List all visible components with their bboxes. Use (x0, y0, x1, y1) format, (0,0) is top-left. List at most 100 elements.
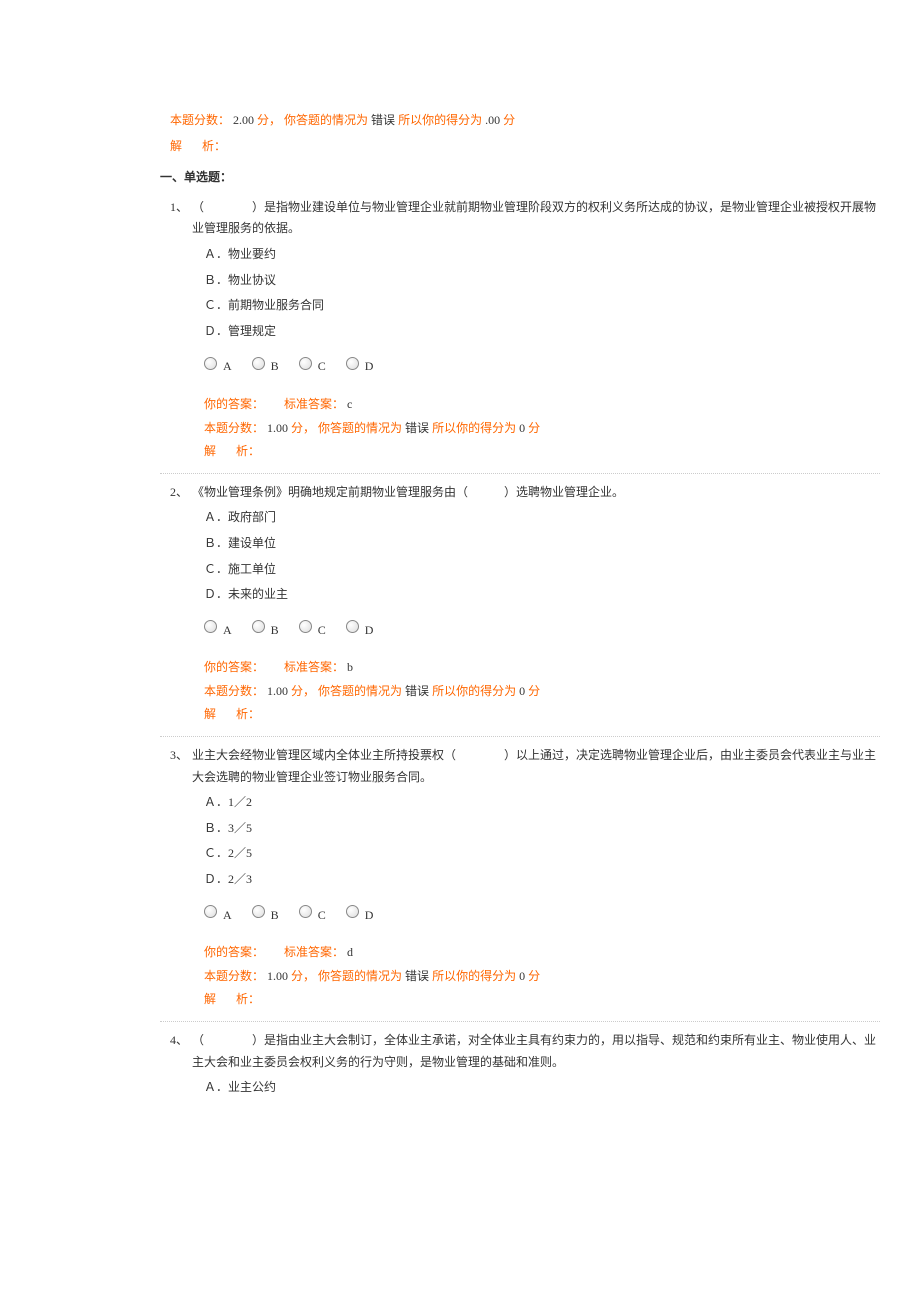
analysis-label2: 析： (236, 444, 260, 458)
radio-group: A B C D (170, 616, 880, 638)
q-number: 4、 (170, 1030, 192, 1073)
status-value: 错误 (405, 969, 429, 983)
radio-a[interactable] (204, 620, 217, 633)
your-answer-label: 你的答案： (204, 397, 264, 411)
status-label: 你答题的情况为 (318, 969, 402, 983)
radio-d[interactable] (346, 620, 359, 633)
option-c: Ｃ．2／5 (204, 843, 880, 865)
score-value: 1.00 (267, 969, 288, 983)
std-answer-label: 标准答案： (284, 945, 344, 959)
radio-b[interactable] (252, 620, 265, 633)
radio-label-c: C (318, 356, 326, 378)
your-answer-label: 你的答案： (204, 660, 264, 674)
radio-b[interactable] (252, 905, 265, 918)
option-a: Ａ．1／2 (204, 792, 880, 814)
radio-group: A B C D (170, 901, 880, 923)
analysis-row: 解 析： (170, 441, 880, 463)
radio-label-d: D (365, 356, 374, 378)
your-answer-label: 你的答案： (204, 945, 264, 959)
q-text: 《物业管理条例》明确地规定前期物业管理服务由（ ）选聘物业管理企业。 (192, 482, 880, 504)
radio-group: A B C D (170, 352, 880, 374)
so-value: .00 (485, 113, 500, 127)
radio-label-b: B (271, 356, 279, 378)
radio-label-a: A (223, 356, 232, 378)
radio-d[interactable] (346, 357, 359, 370)
q-text: （ ）是指物业建设单位与物业管理企业就前期物业管理阶段双方的权利义务所达成的协议… (192, 197, 880, 240)
option-c: Ｃ．前期物业服务合同 (204, 295, 880, 317)
question-2: 2、 《物业管理条例》明确地规定前期物业管理服务由（ ）选聘物业管理企业。 Ａ．… (40, 482, 880, 726)
so-value: 0 (519, 421, 525, 435)
score-row: 本题分数： 1.00 分， 你答题的情况为 错误 所以你的得分为 0 分 (170, 418, 880, 440)
option-a: Ａ．物业要约 (204, 244, 880, 266)
option-b: Ｂ．物业协议 (204, 270, 880, 292)
score-label: 本题分数： (170, 113, 230, 127)
question-3: 3、 业主大会经物业管理区域内全体业主所持投票权（ ）以上通过，决定选聘物业管理… (40, 745, 880, 1011)
so-label: 所以你的得分为 (432, 684, 516, 698)
divider (160, 473, 880, 474)
analysis-label2: 析： (236, 992, 260, 1006)
q-options: Ａ．物业要约 Ｂ．物业协议 Ｃ．前期物业服务合同 Ｄ．管理规定 (170, 244, 880, 342)
pre-score-row: 本题分数： 2.00 分， 你答题的情况为 错误 所以你的得分为 .00 分 (40, 110, 880, 132)
so-label: 所以你的得分为 (432, 421, 516, 435)
q-text: 业主大会经物业管理区域内全体业主所持投票权（ ）以上通过，决定选聘物业管理企业后… (192, 745, 880, 788)
divider (160, 1021, 880, 1022)
section-title: 一、单选题： (40, 167, 880, 189)
std-answer-label: 标准答案： (284, 397, 344, 411)
radio-a[interactable] (204, 905, 217, 918)
std-answer: c (347, 397, 352, 411)
radio-a[interactable] (204, 357, 217, 370)
so-unit: 分 (503, 113, 515, 127)
score-row: 本题分数： 1.00 分， 你答题的情况为 错误 所以你的得分为 0 分 (170, 966, 880, 988)
analysis-row: 解 析： (170, 704, 880, 726)
score-label: 本题分数： (204, 684, 264, 698)
radio-c[interactable] (299, 357, 312, 370)
option-b: Ｂ．3／5 (204, 818, 880, 840)
analysis-label: 解 (204, 992, 216, 1006)
score-row: 本题分数： 1.00 分， 你答题的情况为 错误 所以你的得分为 0 分 (170, 681, 880, 703)
answer-row: 你的答案： 标准答案： d (170, 942, 880, 964)
so-label: 所以你的得分为 (398, 113, 482, 127)
so-unit: 分 (528, 969, 540, 983)
score-unit: 分， (291, 421, 315, 435)
score-value: 1.00 (267, 684, 288, 698)
so-value: 0 (519, 684, 525, 698)
radio-c[interactable] (299, 620, 312, 633)
score-value: 1.00 (267, 421, 288, 435)
status-value: 错误 (371, 113, 395, 127)
radio-label-c: C (318, 620, 326, 642)
option-c: Ｃ．施工单位 (204, 559, 880, 581)
q-options: Ａ．1／2 Ｂ．3／5 Ｃ．2／5 Ｄ．2／3 (170, 792, 880, 890)
radio-c[interactable] (299, 905, 312, 918)
analysis-label: 解 (204, 707, 216, 721)
option-d: Ｄ．管理规定 (204, 321, 880, 343)
q-options: Ａ．政府部门 Ｂ．建设单位 Ｃ．施工单位 Ｄ．未来的业主 (170, 507, 880, 605)
score-unit: 分， (257, 113, 281, 127)
analysis-row: 解 析： (170, 989, 880, 1011)
score-label: 本题分数： (204, 421, 264, 435)
question-1: 1、 （ ）是指物业建设单位与物业管理企业就前期物业管理阶段双方的权利义务所达成… (40, 197, 880, 463)
score-unit: 分， (291, 684, 315, 698)
radio-d[interactable] (346, 905, 359, 918)
analysis-label2: 析： (202, 139, 226, 153)
q-number: 1、 (170, 197, 192, 240)
option-a: Ａ．业主公约 (204, 1077, 880, 1099)
so-label: 所以你的得分为 (432, 969, 516, 983)
radio-b[interactable] (252, 357, 265, 370)
score-unit: 分， (291, 969, 315, 983)
so-unit: 分 (528, 684, 540, 698)
radio-label-c: C (318, 905, 326, 927)
std-answer: d (347, 945, 353, 959)
status-value: 错误 (405, 684, 429, 698)
q-number: 3、 (170, 745, 192, 788)
q-number: 2、 (170, 482, 192, 504)
option-d: Ｄ．2／3 (204, 869, 880, 891)
divider (160, 736, 880, 737)
q-options: Ａ．业主公约 (170, 1077, 880, 1099)
status-label: 你答题的情况为 (318, 421, 402, 435)
q-text: （ ）是指由业主大会制订，全体业主承诺，对全体业主具有约束力的，用以指导、规范和… (192, 1030, 880, 1073)
score-label: 本题分数： (204, 969, 264, 983)
so-unit: 分 (528, 421, 540, 435)
question-4: 4、 （ ）是指由业主大会制订，全体业主承诺，对全体业主具有约束力的，用以指导、… (40, 1030, 880, 1099)
radio-label-d: D (365, 905, 374, 927)
radio-label-b: B (271, 905, 279, 927)
